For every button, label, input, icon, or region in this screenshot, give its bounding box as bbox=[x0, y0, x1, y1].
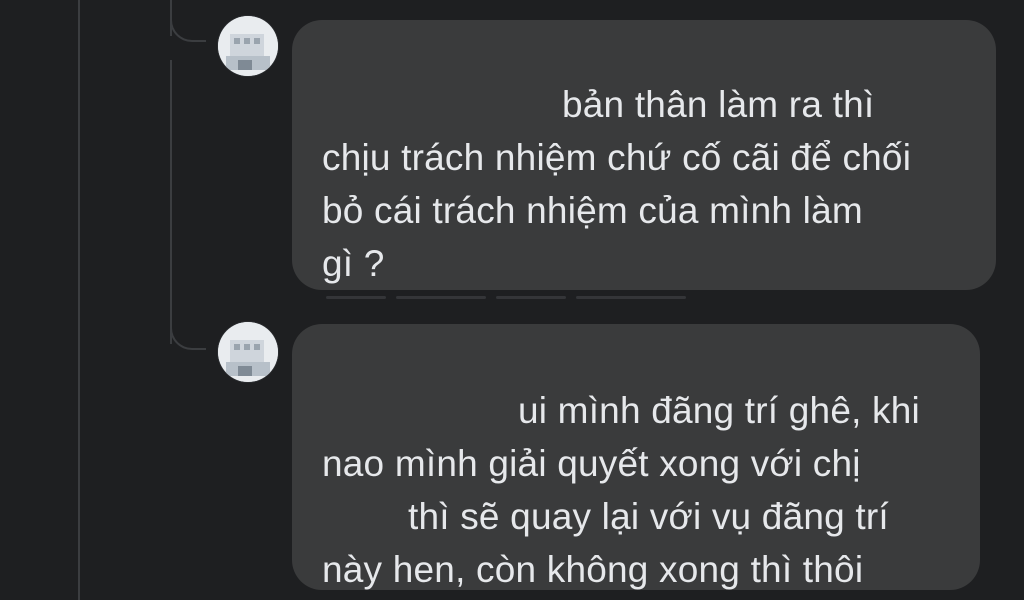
user-avatar-icon[interactable] bbox=[218, 322, 278, 382]
comment-bubble[interactable]: ui mình đãng trí ghê, khi nao mình giải … bbox=[292, 324, 980, 590]
reply-connector-line bbox=[170, 60, 172, 344]
comment-text-line: này hen, còn không xong thì thôi bbox=[322, 549, 864, 590]
comment-text-line: bỏ cái trách nhiệm của mình làm bbox=[322, 190, 863, 231]
redacted-mark bbox=[326, 296, 386, 299]
comment-text-line: gì ? bbox=[322, 243, 385, 284]
reply-connector-curve bbox=[170, 328, 206, 350]
reply-connector-curve bbox=[170, 20, 206, 42]
comment-text-line: ui mình đãng trí ghê, khi bbox=[518, 390, 920, 431]
comment-text-line: thì sẽ quay lại với vụ đãng trí bbox=[408, 496, 889, 537]
comment-text: bản thân làm ra thì chịu trách nhiệm chứ… bbox=[322, 78, 966, 290]
thread-connector-line bbox=[78, 0, 80, 600]
comment-text-line: chịu trách nhiệm chứ cố cãi để chối bbox=[322, 137, 912, 178]
comment-thread: bản thân làm ra thì chịu trách nhiệm chứ… bbox=[0, 0, 1024, 600]
redacted-mark bbox=[576, 296, 686, 299]
comment-text-line: bản thân làm ra thì bbox=[562, 84, 875, 125]
reply-connector-line bbox=[170, 0, 172, 36]
comment-actions-redacted bbox=[326, 296, 706, 302]
redacted-mark bbox=[496, 296, 566, 299]
comment-text: ui mình đãng trí ghê, khi nao mình giải … bbox=[322, 384, 950, 596]
redacted-mark bbox=[396, 296, 486, 299]
user-avatar-icon[interactable] bbox=[218, 16, 278, 76]
comment-bubble[interactable]: bản thân làm ra thì chịu trách nhiệm chứ… bbox=[292, 20, 996, 290]
comment-text-line: nao mình giải quyết xong với chị bbox=[322, 443, 861, 484]
